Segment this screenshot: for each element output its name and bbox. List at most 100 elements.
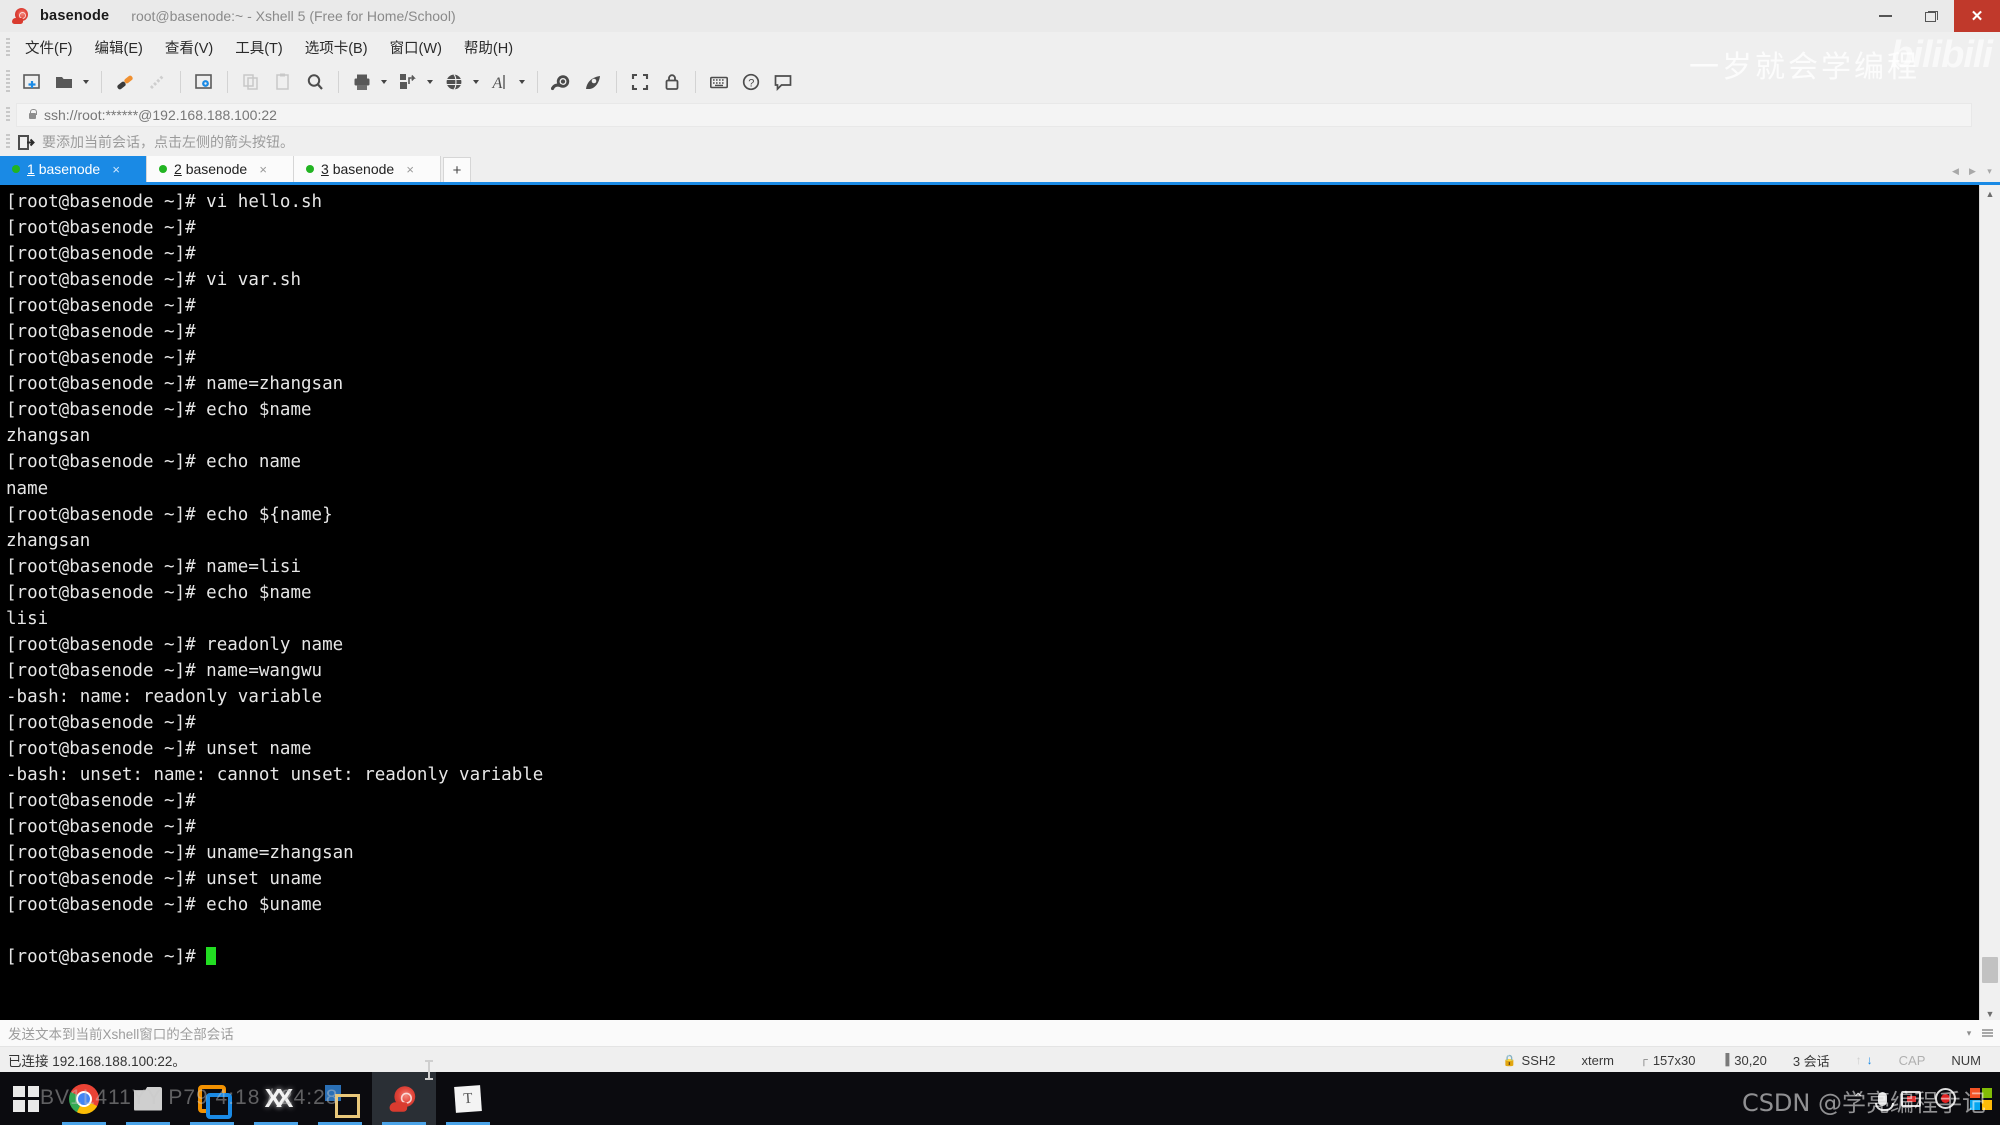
tab-2-basenode[interactable]: 2 basenode × <box>147 156 294 182</box>
globe-icon[interactable] <box>441 69 467 95</box>
status-protocol: 🔒 SSH2 <box>1502 1052 1556 1068</box>
tab-close-icon[interactable]: × <box>110 162 122 177</box>
lock-icon[interactable] <box>659 69 685 95</box>
menu-edit[interactable]: 编辑(E) <box>84 34 154 61</box>
tab-status-dot <box>12 165 20 173</box>
terminal-line: [root@basenode ~]# <box>6 712 196 733</box>
new-session-icon[interactable] <box>19 69 45 95</box>
toolbar-separator <box>101 71 102 93</box>
address-value: ssh://root:******@192.168.188.100:22 <box>44 107 277 123</box>
tray-expand-icon[interactable]: ⌃ <box>1852 1090 1864 1107</box>
font-dropdown-icon[interactable] <box>516 69 527 95</box>
tab-1-basenode[interactable]: 1 basenode × <box>0 156 147 182</box>
tab-prev-icon[interactable]: ◀ <box>1947 161 1964 181</box>
print-icon[interactable] <box>349 69 375 95</box>
xmind-icon: XX <box>264 1083 294 1113</box>
tab-status-dot <box>159 165 167 173</box>
terminal-line: [root@basenode ~]# echo $name <box>6 400 312 421</box>
menu-tools[interactable]: 工具(T) <box>224 34 294 61</box>
title-bar: basenode root@basenode:~ - Xshell 5 (Fre… <box>0 0 2000 33</box>
hint-bar-grip[interactable] <box>6 134 10 150</box>
print-dropdown-icon[interactable] <box>378 69 389 95</box>
tray-csdn-icon[interactable] <box>1970 1087 1992 1110</box>
terminal-line: [root@basenode ~]# name=wangwu <box>6 660 323 681</box>
terminal-output[interactable]: [root@basenode ~]# vi hello.sh [root@base… <box>0 185 1979 1023</box>
globe-dropdown-icon[interactable] <box>470 69 481 95</box>
fullscreen-icon[interactable] <box>627 69 653 95</box>
tab-close-icon[interactable]: × <box>257 162 269 177</box>
scroll-up-icon[interactable]: ▲ <box>1980 185 2000 203</box>
new-tab-button[interactable]: + <box>443 157 471 182</box>
open-folder-icon[interactable] <box>51 69 77 95</box>
tray-microphone-icon[interactable] <box>1875 1091 1894 1111</box>
menu-file[interactable]: 文件(F) <box>14 34 84 61</box>
xshell-icon[interactable] <box>548 69 574 95</box>
send-bar-menu-icon[interactable]: ▾ <box>1960 1023 1978 1043</box>
taskbar-xmind[interactable]: XX <box>244 1072 308 1125</box>
restore-button[interactable] <box>1908 0 1954 32</box>
menu-window[interactable]: 窗口(W) <box>379 34 453 61</box>
terminal-line: [root@basenode ~]# <box>6 348 196 369</box>
tab-next-icon[interactable]: ▶ <box>1964 161 1981 181</box>
menu-grip[interactable] <box>6 38 10 56</box>
file-transfer-icon[interactable] <box>395 69 421 95</box>
tab-close-icon[interactable]: × <box>404 162 416 177</box>
hint-text: 要添加当前会话，点击左侧的箭头按钮。 <box>42 134 294 150</box>
taskbar-explorer[interactable] <box>116 1072 180 1125</box>
terminal-line: [root@basenode ~]# vi var.sh <box>6 270 302 291</box>
help-icon[interactable]: ? <box>738 69 764 95</box>
open-folder-dropdown-icon[interactable] <box>80 69 91 95</box>
session-properties-icon[interactable] <box>191 69 217 95</box>
send-input-placeholder[interactable]: 发送文本到当前Xshell窗口的全部会话 <box>8 1023 234 1043</box>
taskbar-typora[interactable]: T <box>436 1072 500 1125</box>
xshell-window: basenode root@basenode:~ - Xshell 5 (Fre… <box>0 0 2000 1125</box>
tab-index: 2 <box>174 161 182 177</box>
tray-record-icon[interactable] <box>1935 1088 1956 1109</box>
file-transfer-dropdown-icon[interactable] <box>424 69 435 95</box>
typora-icon: T <box>454 1084 482 1113</box>
tab-3-basenode[interactable]: 3 basenode × <box>294 156 441 182</box>
menu-tabs[interactable]: 选项卡(B) <box>294 34 379 61</box>
terminal-line: [root@basenode ~]# <box>6 218 196 239</box>
cursor-position-icon: ▐ <box>1721 1054 1730 1066</box>
send-to-all-bar: 发送文本到当前Xshell窗口的全部会话 ▾ <box>0 1020 2000 1047</box>
toolbar-separator-5 <box>537 71 538 93</box>
menu-view[interactable]: 查看(V) <box>154 34 224 61</box>
status-window-size: ┌ 157x30 <box>1640 1052 1696 1068</box>
tray-screen-record-icon[interactable] <box>1901 1090 1921 1107</box>
terminal-line: [root@basenode ~]# <box>6 322 196 343</box>
taskbar-virtualbox[interactable] <box>180 1072 244 1125</box>
hint-bar: 要添加当前会话，点击左侧的箭头按钮。 <box>0 128 2000 157</box>
address-bar-grip[interactable] <box>6 107 10 123</box>
connect-icon[interactable] <box>112 69 138 95</box>
close-button[interactable]: ✕ <box>1954 0 2000 32</box>
add-session-icon[interactable] <box>18 134 35 151</box>
terminal-line: [root@basenode ~]# echo ${name} <box>6 504 333 525</box>
terminal-line: [root@basenode ~]# <box>6 817 196 838</box>
comment-icon[interactable] <box>770 69 796 95</box>
find-icon[interactable] <box>302 69 328 95</box>
xftp-icon[interactable] <box>580 69 606 95</box>
status-bar-right: 🔒 SSH2 xterm ┌ 157x30 ▐ 30,20 3 会话 ↑ ↓ C… <box>1490 1051 1994 1070</box>
terminal-vertical-scrollbar[interactable]: ▲ ▼ <box>1979 185 2000 1023</box>
menu-help[interactable]: 帮助(H) <box>453 34 524 61</box>
status-num-lock: NUM <box>1951 1052 1981 1068</box>
windows-start-icon[interactable] <box>0 1085 52 1112</box>
send-bar-collapse-icon[interactable] <box>1978 1023 1996 1043</box>
terminal-prompt: [root@basenode ~]# <box>6 947 207 968</box>
tab-index: 3 <box>321 161 329 177</box>
terminal-line: zhangsan <box>6 530 91 551</box>
taskbar-chrome[interactable] <box>52 1072 116 1125</box>
scrollbar-thumb[interactable] <box>1982 957 1998 983</box>
keyboard-icon[interactable] <box>706 69 732 95</box>
tab-menu-icon[interactable]: ▾ <box>1981 161 1998 181</box>
terminal-line: [root@basenode ~]# vi hello.sh <box>6 192 323 212</box>
font-icon[interactable]: A <box>487 69 513 95</box>
address-input[interactable]: ssh://root:******@192.168.188.100:22 <box>16 103 1972 127</box>
lock-icon: 🔒 <box>1502 1054 1517 1067</box>
toolbar-separator-2 <box>180 71 181 93</box>
toolbar-grip[interactable] <box>6 70 10 94</box>
taskbar-editor[interactable] <box>308 1072 372 1125</box>
minimize-button[interactable] <box>1862 0 1908 32</box>
